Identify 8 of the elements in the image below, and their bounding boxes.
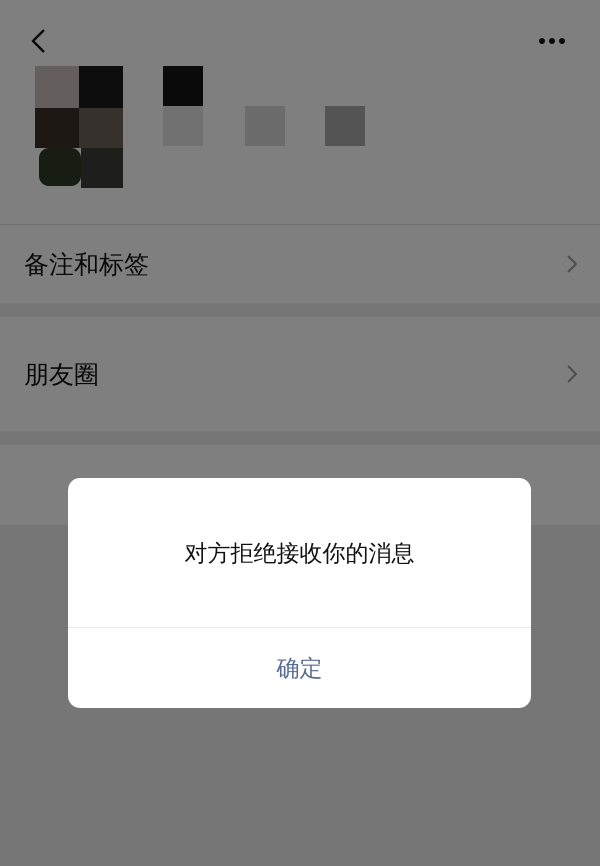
more-icon[interactable] [538, 37, 566, 45]
chevron-icon [566, 254, 578, 274]
list-item[interactable]: 朋友圈 [0, 317, 600, 431]
confirm-button[interactable]: 确定 [68, 628, 531, 708]
list-item[interactable]: 备注和标签 [0, 225, 600, 303]
dialog-message: 对方拒绝接收你的消息 [68, 478, 531, 628]
chevron-icon [566, 364, 578, 384]
back-icon[interactable] [30, 28, 46, 54]
